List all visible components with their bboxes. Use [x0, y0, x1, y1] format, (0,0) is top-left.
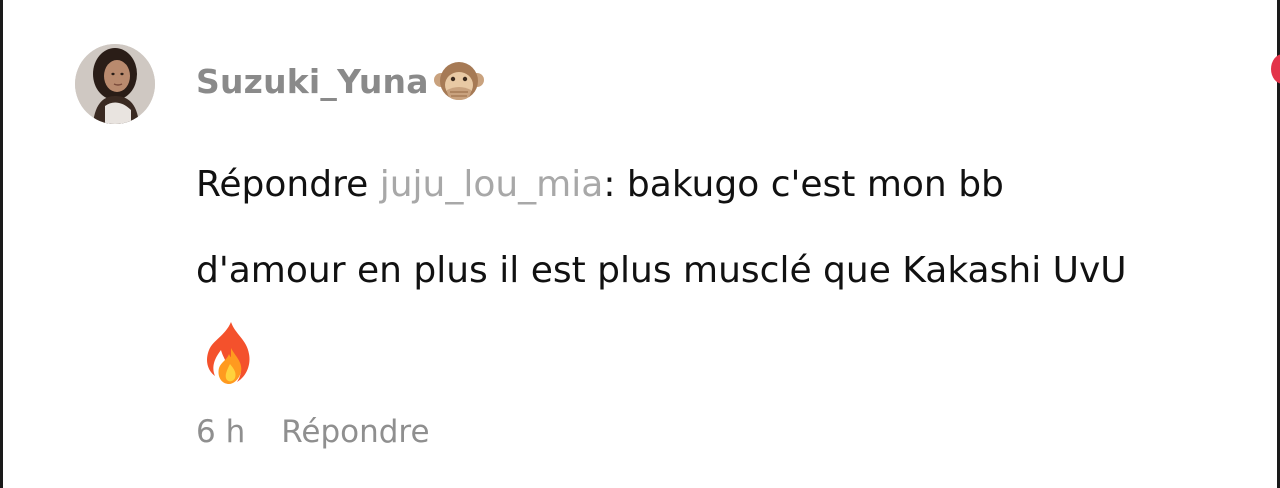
fire-icon — [207, 322, 250, 384]
comment-meta: 6 h Répondre — [196, 414, 430, 450]
comment-line-2: d'amour en plus il est plus musclé que K… — [196, 228, 1276, 314]
reply-prefix: Répondre — [196, 164, 369, 205]
comment-card: Suzuki_Yuna Répondre juju_lou_mia: bakug… — [0, 0, 1280, 488]
comment-header: Suzuki_Yuna — [196, 56, 485, 106]
comment-text-line-2: d'amour en plus il est plus musclé que K… — [196, 250, 1127, 291]
timestamp: 6 h — [196, 414, 246, 450]
reply-button[interactable]: Répondre — [281, 414, 429, 450]
avatar-photo — [75, 44, 155, 124]
speak-no-evil-monkey-icon — [433, 62, 484, 100]
comment-body: Répondre juju_lou_mia: bakugo c'est mon … — [196, 142, 1276, 314]
mention-link[interactable]: juju_lou_mia — [380, 164, 604, 205]
notification-dot — [1271, 54, 1280, 84]
comment-line-1: Répondre juju_lou_mia: bakugo c'est mon … — [196, 142, 1276, 228]
avatar[interactable] — [75, 44, 155, 124]
comment-text-line-1: : bakugo c'est mon bb — [603, 164, 1004, 205]
author-name[interactable]: Suzuki_Yuna — [196, 62, 429, 101]
